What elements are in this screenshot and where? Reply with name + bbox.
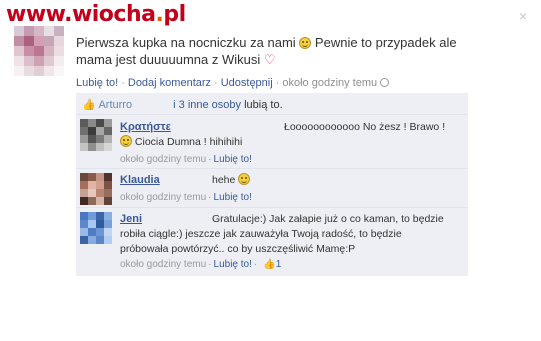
comment-thread: 👍 Arturro i 3 inne osoby lubią to. Κρατή… — [76, 93, 468, 276]
thumbs-up-icon[interactable]: 👍 — [263, 259, 275, 270]
comment-like-link[interactable]: Lubię to! — [214, 192, 252, 203]
separator: · — [214, 77, 218, 89]
commenter-name[interactable]: Jeni — [120, 213, 142, 225]
comment-meta: około godziny temu · Lubię to! — [120, 192, 252, 203]
smile-emoticon-icon — [120, 135, 132, 147]
comment-text-2: Ciocia Dumna ! hihihihi — [134, 136, 243, 148]
add-comment-link[interactable]: Dodaj komentarz — [128, 77, 211, 89]
comment-item: Κρατήστε Łoooooooooooo No żesz ! Brawo !… — [76, 115, 468, 169]
comment-like-link[interactable]: Lubię to! — [214, 154, 252, 165]
comment-timestamp: około godziny temu — [120, 192, 207, 203]
comment-like-link[interactable]: Lubię to! — [214, 259, 252, 270]
comment-text-line: hehe — [212, 173, 251, 188]
comment-meta: około godziny temu · Lubię to! — [120, 154, 252, 165]
comment-text-line-3: próbowała powtórzyć.. co by uszczęśliwić… — [120, 243, 356, 255]
smile-emoticon-icon — [299, 37, 312, 49]
watermark-name: wiocha — [71, 2, 156, 27]
likes-suffix: lubią to. — [244, 99, 283, 111]
commenter-name[interactable]: Κρατήστε — [120, 121, 171, 133]
likes-summary: 👍 Arturro i 3 inne osoby lubią to. — [76, 93, 468, 115]
post-timestamp: około godziny temu — [282, 77, 378, 89]
comment-text: hehe — [212, 174, 236, 186]
others-like-link[interactable]: i 3 inne osoby — [173, 99, 241, 111]
comment-text-line-2: robiła ciągle:) jeszcze jak zauważyła Tw… — [120, 228, 402, 240]
comment-like-count[interactable]: 1 — [276, 259, 282, 270]
comment-item: Klaudia hehe około godziny temu · Lubię to… — [76, 169, 468, 208]
watermark-prefix: www. — [6, 2, 72, 27]
comment-timestamp: około godziny temu — [120, 259, 207, 270]
comment-text-line-1: Gratulacje:) Jak załapie już o co kaman,… — [212, 213, 444, 225]
comment-timestamp: około godziny temu — [120, 154, 207, 165]
comment-text-line-2: Ciocia Dumna ! hihihihi — [120, 135, 242, 150]
commenter-name[interactable]: Klaudia — [120, 174, 160, 186]
commenter-avatar[interactable] — [80, 119, 112, 151]
thumbs-up-icon: 👍 — [82, 99, 96, 111]
heart-icon: ♡ — [263, 52, 276, 67]
watermark-tld: pl — [163, 2, 186, 27]
comment-item: Jeni Gratulacje:) Jak załapie już o co k… — [76, 208, 468, 276]
separator: · — [121, 77, 125, 89]
commenter-avatar[interactable] — [80, 212, 112, 244]
separator: · — [208, 259, 212, 270]
post-author-avatar[interactable] — [14, 26, 64, 76]
wiocha-watermark-logo: www.wiocha.pl — [6, 2, 186, 27]
separator: · — [208, 154, 212, 165]
comment-text: Łoooooooooooo No żesz ! Brawo ! — [284, 121, 446, 133]
commenter-avatar[interactable] — [80, 173, 112, 205]
liker-name-link[interactable]: Arturro — [98, 99, 132, 111]
post-text-part-1: Pierwsza kupka na nocniczku za nami — [76, 35, 296, 50]
like-link[interactable]: Lubię to! — [76, 77, 118, 89]
separator: · — [275, 77, 280, 89]
smile-emoticon-icon — [238, 173, 251, 185]
share-link[interactable]: Udostępnij — [221, 77, 273, 89]
close-icon[interactable]: × — [519, 8, 527, 24]
post-text: Pierwsza kupka na nocniczku za nami Pewn… — [76, 34, 476, 68]
globe-icon — [380, 78, 390, 87]
separator: · — [208, 192, 212, 203]
separator: · — [253, 259, 258, 270]
post-actions-bar: Lubię to! · Dodaj komentarz · Udostępnij · oko… — [76, 77, 390, 89]
comment-meta: około godziny temu · Lubię to! · 👍1 — [120, 259, 281, 270]
